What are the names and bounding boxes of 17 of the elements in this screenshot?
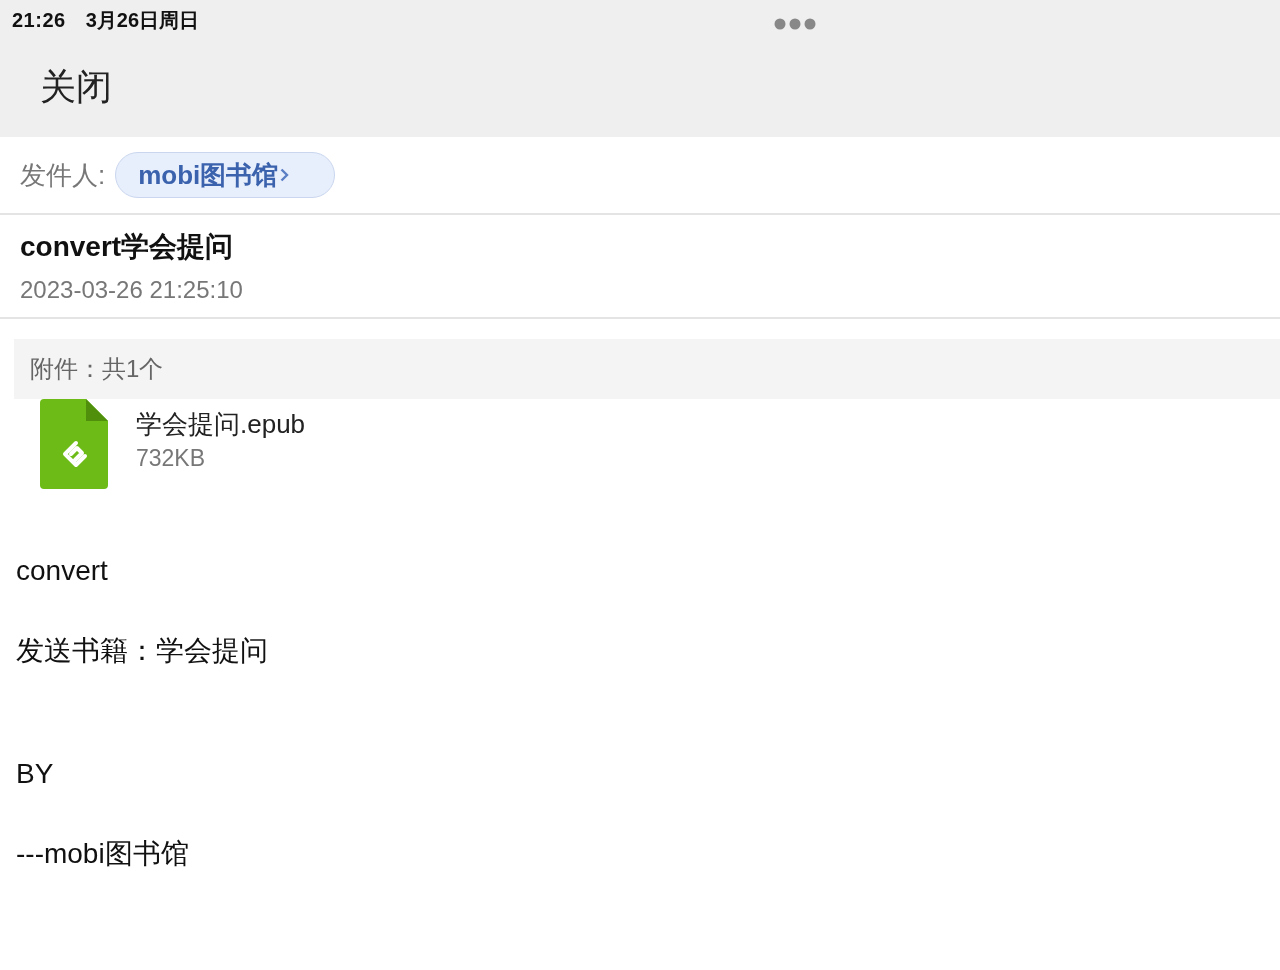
chevron-right-icon — [280, 168, 290, 182]
mail-date: 2023-03-26 21:25:10 — [20, 275, 243, 305]
body-text: convert — [16, 554, 108, 588]
body-text: BY — [16, 757, 54, 791]
mail-subject: convert学会提问 — [20, 230, 234, 264]
attachment-name[interactable]: 学会提问.epub — [136, 407, 306, 441]
more-dots-icon[interactable] — [774, 18, 816, 30]
body-text: ---mobi图书馆 — [16, 837, 189, 871]
close-button[interactable]: 关闭 — [40, 68, 112, 105]
body-text: 发送书籍：学会提问 — [16, 634, 268, 668]
attachments-header: 附件：共1个 — [14, 339, 1280, 399]
sender-chip[interactable]: mobi图书馆 — [115, 152, 336, 198]
status-date: 3月26日周日 — [85, 8, 200, 33]
epub-file-icon — [40, 399, 108, 489]
attachment-size: 732KB — [136, 444, 206, 473]
sender-label: 发件人: — [20, 158, 106, 192]
status-time: 21:26 — [12, 8, 66, 33]
